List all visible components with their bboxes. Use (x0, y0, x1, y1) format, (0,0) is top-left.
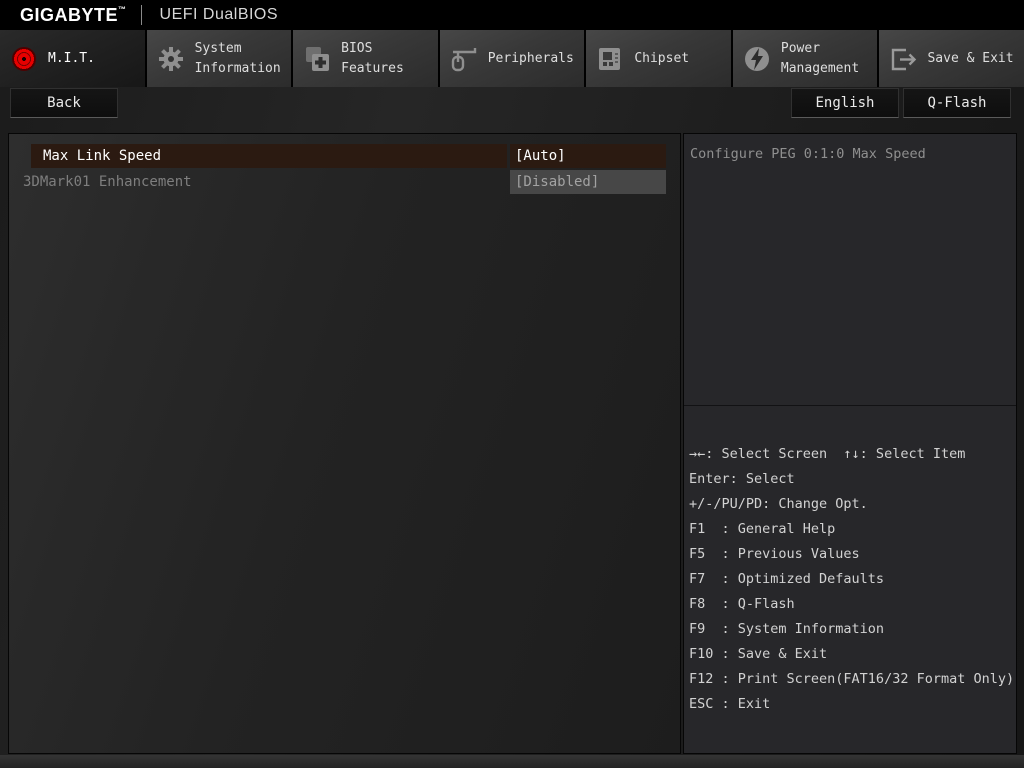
key-legend-line: →←: Select Screen ↑↓: Select Item (689, 446, 966, 462)
peripherals-icon (449, 44, 479, 74)
key-legend: →←: Select Screen ↑↓: Select Item Enter:… (689, 442, 1015, 717)
setting-value-max-link-speed[interactable]: [Auto] (510, 144, 666, 168)
bottom-strip (0, 755, 1024, 768)
chipset-icon (595, 44, 625, 74)
tab-label: BIOS Features (341, 41, 404, 76)
key-legend-line: F10 : Save & Exit (689, 646, 828, 662)
tab-bios-features[interactable]: BIOS Features (293, 30, 438, 87)
tab-label: Power Management (780, 41, 860, 76)
firmware-title: UEFI DualBIOS (159, 6, 279, 23)
gear-icon (156, 44, 186, 74)
tab-mit[interactable]: M.I.T. (0, 30, 145, 87)
setting-value-3dmark01-enhancement[interactable]: [Disabled] (510, 170, 666, 194)
tab-chipset[interactable]: Chipset (586, 30, 731, 87)
tab-label: Peripherals (487, 50, 574, 66)
help-panel: Configure PEG 0:1:0 Max Speed →←: Select… (683, 133, 1017, 754)
tab-system-information[interactable]: System Information (146, 30, 292, 87)
key-legend-line: Enter: Select (689, 471, 795, 487)
qflash-button[interactable]: Q-Flash (903, 88, 1011, 118)
settings-panel: Max Link Speed [Auto] 3DMark01 Enhanceme… (8, 133, 681, 754)
help-description: Configure PEG 0:1:0 Max Speed (690, 146, 926, 162)
title-bar: GIGABYTE™ UEFI DualBIOS (0, 0, 1024, 30)
mit-dial-icon (9, 44, 39, 74)
tab-power-management[interactable]: Power Management (732, 30, 878, 87)
key-legend-line: ESC : Exit (689, 696, 771, 712)
setting-row-3dmark01-enhancement[interactable]: 3DMark01 Enhancement (23, 170, 192, 194)
back-button[interactable]: Back (10, 88, 118, 118)
header-divider (140, 5, 142, 25)
key-legend-line: F9 : System Information (689, 621, 885, 637)
power-bolt-icon (742, 44, 772, 74)
tab-bar: M.I.T. System Information BIOS Features … (0, 30, 1024, 87)
setting-row-max-link-speed[interactable]: Max Link Speed (31, 144, 507, 168)
help-panel-divider (684, 405, 1016, 406)
tab-label: Save & Exit (927, 50, 1014, 66)
tab-label: System Information (194, 41, 281, 76)
key-legend-line: F8 : Q-Flash (689, 596, 795, 612)
tab-label: Chipset (634, 50, 690, 66)
tab-peripherals[interactable]: Peripherals (439, 30, 585, 87)
exit-door-icon (888, 44, 918, 74)
language-button[interactable]: English (791, 88, 899, 118)
key-legend-line: F5 : Previous Values (689, 546, 860, 562)
gigabyte-logo: GIGABYTE™ (20, 4, 127, 25)
tab-save-exit[interactable]: Save & Exit (879, 30, 1024, 87)
key-legend-line: F7 : Optimized Defaults (689, 571, 885, 587)
tab-label: M.I.T. (48, 50, 95, 66)
key-legend-line: +/-/PU/PD: Change Opt. (689, 496, 868, 512)
trademark-symbol: ™ (118, 4, 127, 14)
chip-plus-icon (302, 44, 332, 74)
key-legend-line: F12 : Print Screen(FAT16/32 Format Only) (689, 671, 1015, 687)
key-legend-line: F1 : General Help (689, 521, 836, 537)
